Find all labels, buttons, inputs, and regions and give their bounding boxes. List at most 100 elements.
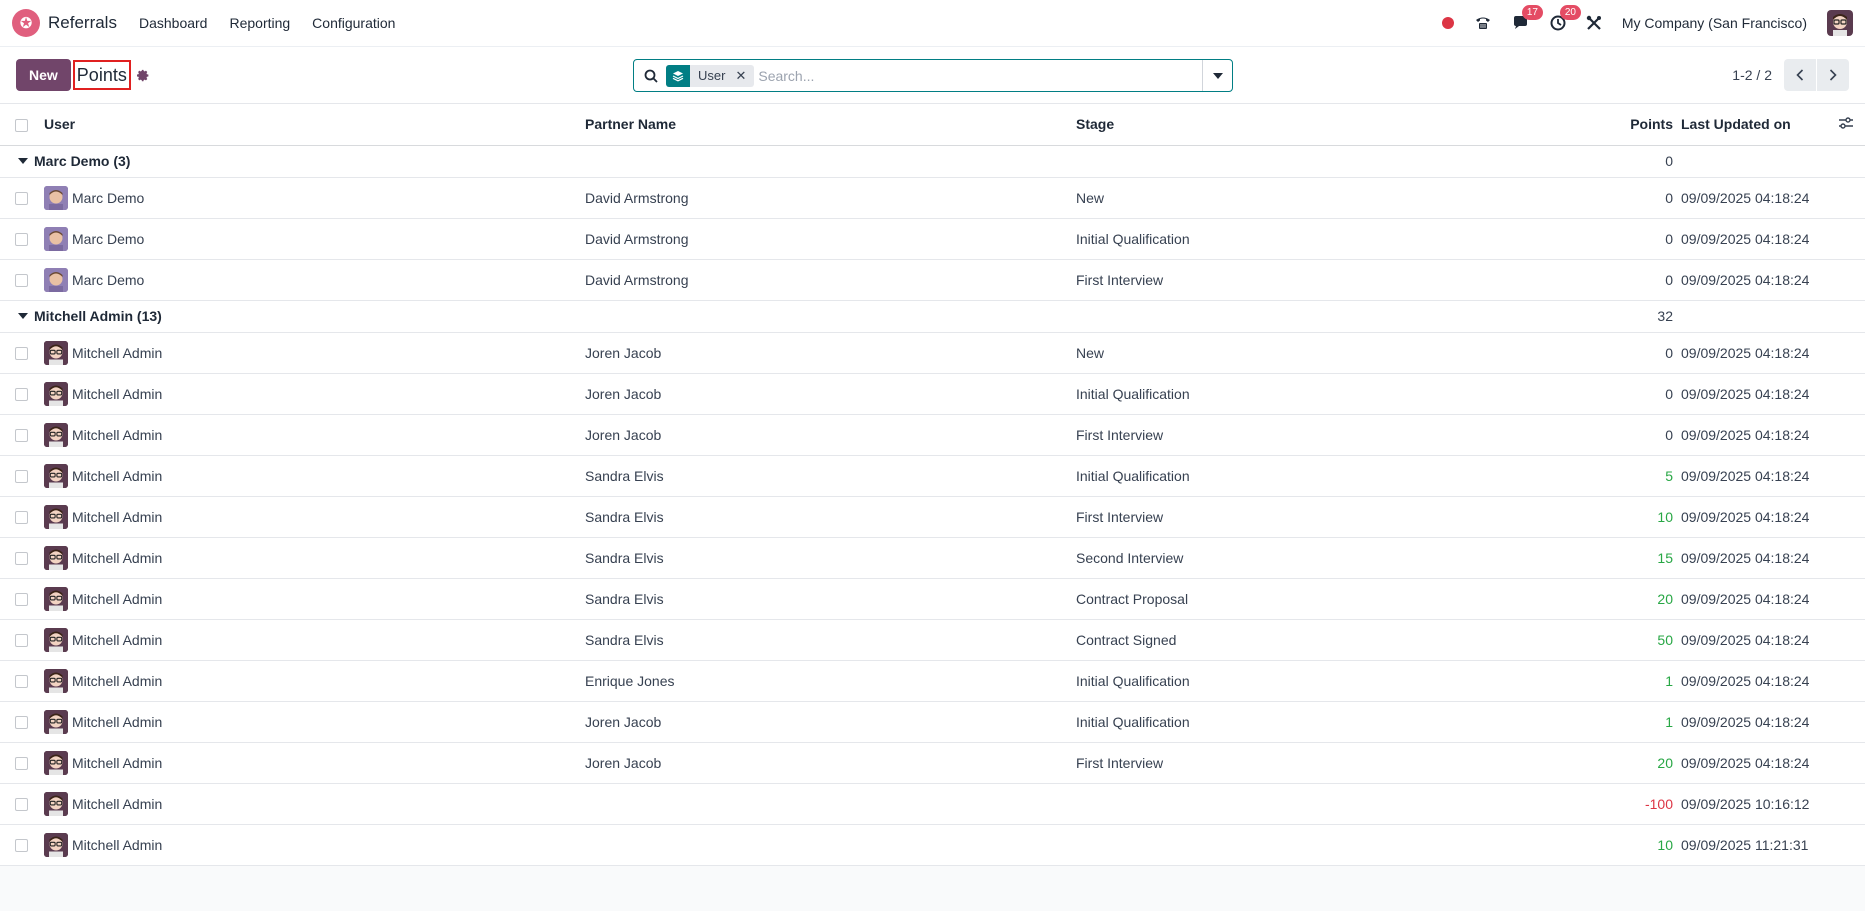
group-row[interactable]: Mitchell Admin (13) 32 bbox=[0, 300, 1865, 332]
column-header-stage[interactable]: Stage bbox=[1076, 104, 1501, 145]
facet-value: User bbox=[698, 68, 726, 83]
user-avatar[interactable] bbox=[44, 504, 68, 529]
user-avatar[interactable] bbox=[44, 668, 68, 693]
row-checkbox[interactable] bbox=[15, 274, 28, 288]
new-button[interactable]: New bbox=[16, 59, 71, 91]
row-checkbox[interactable] bbox=[15, 552, 28, 566]
partner-name-cell: Sandra Elvis bbox=[585, 549, 664, 566]
points-cell: 0 bbox=[1665, 230, 1673, 247]
user-avatar[interactable] bbox=[44, 267, 68, 292]
user-avatar[interactable] bbox=[44, 750, 68, 775]
company-switcher[interactable]: My Company (San Francisco) bbox=[1622, 15, 1807, 31]
row-checkbox[interactable] bbox=[15, 511, 28, 525]
user-cell: Mitchell Admin bbox=[44, 701, 585, 742]
group-label-cell: Marc Demo (3) bbox=[0, 145, 1501, 177]
table-row[interactable]: Mitchell Admin Enrique Jones Initial Quali… bbox=[0, 660, 1865, 701]
last-updated-cell: 09/09/2025 04:18:24 bbox=[1681, 344, 1810, 361]
search-options-toggle[interactable] bbox=[1202, 60, 1232, 91]
pager-value[interactable]: 1-2 / 2 bbox=[1732, 67, 1772, 83]
user-name: Mitchell Admin bbox=[72, 590, 163, 607]
messages-icon[interactable]: 17 bbox=[1512, 5, 1543, 31]
pager-next-button[interactable] bbox=[1817, 59, 1849, 91]
referrals-app-icon[interactable]: ✪ bbox=[12, 9, 40, 37]
user-avatar[interactable] bbox=[44, 422, 68, 447]
menu-reporting[interactable]: Reporting bbox=[229, 15, 290, 31]
group-row[interactable]: Marc Demo (3) 0 bbox=[0, 145, 1865, 177]
table-row[interactable]: Mitchell Admin Joren Jacob First Interview… bbox=[0, 414, 1865, 455]
table-row[interactable]: Marc Demo David Armstrong First Interview 0… bbox=[0, 259, 1865, 300]
row-checkbox[interactable] bbox=[15, 798, 28, 812]
group-label: Marc Demo (3) bbox=[34, 153, 131, 169]
points-cell: 1 bbox=[1665, 672, 1673, 689]
user-avatar[interactable] bbox=[44, 463, 68, 488]
row-checkbox[interactable] bbox=[15, 470, 28, 484]
user-name: Mitchell Admin bbox=[72, 754, 163, 771]
recording-dot-icon[interactable] bbox=[1441, 17, 1454, 29]
row-checkbox[interactable] bbox=[15, 429, 28, 443]
gear-icon[interactable] bbox=[136, 69, 150, 82]
column-header-points[interactable]: Points bbox=[1501, 104, 1681, 145]
row-checkbox[interactable] bbox=[15, 757, 28, 771]
group-empty-cell bbox=[1681, 300, 1865, 332]
column-header-user[interactable]: User bbox=[44, 104, 585, 145]
stage-cell: First Interview bbox=[1076, 508, 1164, 525]
user-avatar[interactable] bbox=[1827, 10, 1853, 36]
activities-clock-icon[interactable]: 20 bbox=[1550, 5, 1581, 31]
user-cell: Mitchell Admin bbox=[44, 619, 585, 660]
tools-icon[interactable] bbox=[1586, 15, 1602, 31]
facet-remove-icon[interactable]: ✕ bbox=[729, 68, 754, 84]
select-all-checkbox[interactable] bbox=[15, 119, 28, 133]
stage-cell: Second Interview bbox=[1076, 549, 1184, 566]
user-avatar[interactable] bbox=[44, 586, 68, 611]
user-avatar[interactable] bbox=[44, 381, 68, 406]
pager-previous-button[interactable] bbox=[1784, 59, 1816, 91]
table-row[interactable]: Mitchell Admin Sandra Elvis Second Intervi… bbox=[0, 537, 1865, 578]
table-row[interactable]: Marc Demo David Armstrong Initial Qualific… bbox=[0, 218, 1865, 259]
row-checkbox[interactable] bbox=[15, 233, 28, 247]
table-row[interactable]: Mitchell Admin Sandra Elvis Initial Qualif… bbox=[0, 455, 1865, 496]
menu-configuration[interactable]: Configuration bbox=[312, 15, 395, 31]
row-checkbox[interactable] bbox=[15, 839, 28, 853]
user-avatar[interactable] bbox=[44, 545, 68, 570]
search-input[interactable] bbox=[758, 67, 1202, 84]
chevron-right-icon bbox=[1829, 69, 1837, 81]
user-avatar[interactable] bbox=[44, 709, 68, 734]
table-row[interactable]: Marc Demo David Armstrong New 0 09/09/2025 0… bbox=[0, 177, 1865, 218]
points-cell: -100 bbox=[1644, 795, 1673, 812]
table-row[interactable]: Mitchell Admin -100 09/09/2025 10:16:12 bbox=[0, 783, 1865, 824]
user-avatar[interactable] bbox=[44, 832, 68, 857]
user-avatar[interactable] bbox=[44, 185, 68, 210]
last-updated-cell: 09/09/2025 10:16:12 bbox=[1681, 795, 1810, 812]
row-checkbox[interactable] bbox=[15, 634, 28, 648]
user-avatar[interactable] bbox=[44, 791, 68, 816]
row-checkbox[interactable] bbox=[15, 388, 28, 402]
table-row[interactable]: Mitchell Admin Joren Jacob New 0 09/09/2025 … bbox=[0, 332, 1865, 373]
app-name[interactable]: Referrals bbox=[48, 13, 117, 33]
row-checkbox[interactable] bbox=[15, 716, 28, 730]
group-total-points: 32 bbox=[1657, 308, 1673, 324]
user-avatar[interactable] bbox=[44, 627, 68, 652]
menu-dashboard[interactable]: Dashboard bbox=[139, 15, 208, 31]
user-avatar[interactable] bbox=[44, 226, 68, 251]
optional-columns-icon[interactable] bbox=[1838, 116, 1854, 133]
row-checkbox[interactable] bbox=[15, 192, 28, 206]
row-select-cell bbox=[0, 824, 44, 865]
table-row[interactable]: Mitchell Admin Sandra Elvis Contract Propo… bbox=[0, 578, 1865, 619]
row-checkbox[interactable] bbox=[15, 347, 28, 361]
column-header-partner[interactable]: Partner Name bbox=[585, 104, 1076, 145]
table-row[interactable]: Mitchell Admin 10 09/09/2025 11:21:31 bbox=[0, 824, 1865, 865]
table-row[interactable]: Mitchell Admin Sandra Elvis Contract Signe… bbox=[0, 619, 1865, 660]
row-checkbox[interactable] bbox=[15, 593, 28, 607]
table-body: Marc Demo (3) 0 Marc Demo David Armstrong Ne… bbox=[0, 145, 1865, 865]
table-row[interactable]: Mitchell Admin Joren Jacob First Interview… bbox=[0, 742, 1865, 783]
table-row[interactable]: Mitchell Admin Sandra Elvis First Intervie… bbox=[0, 496, 1865, 537]
table-row[interactable]: Mitchell Admin Joren Jacob Initial Qualifi… bbox=[0, 701, 1865, 742]
phone-icon[interactable] bbox=[1474, 15, 1492, 31]
user-name: Mitchell Admin bbox=[72, 385, 163, 402]
points-cell: 50 bbox=[1657, 631, 1673, 648]
table-row[interactable]: Mitchell Admin Joren Jacob Initial Qualifi… bbox=[0, 373, 1865, 414]
user-avatar[interactable] bbox=[44, 340, 68, 365]
user-name: Mitchell Admin bbox=[72, 467, 163, 484]
row-checkbox[interactable] bbox=[15, 675, 28, 689]
user-cell: Mitchell Admin bbox=[44, 578, 585, 619]
